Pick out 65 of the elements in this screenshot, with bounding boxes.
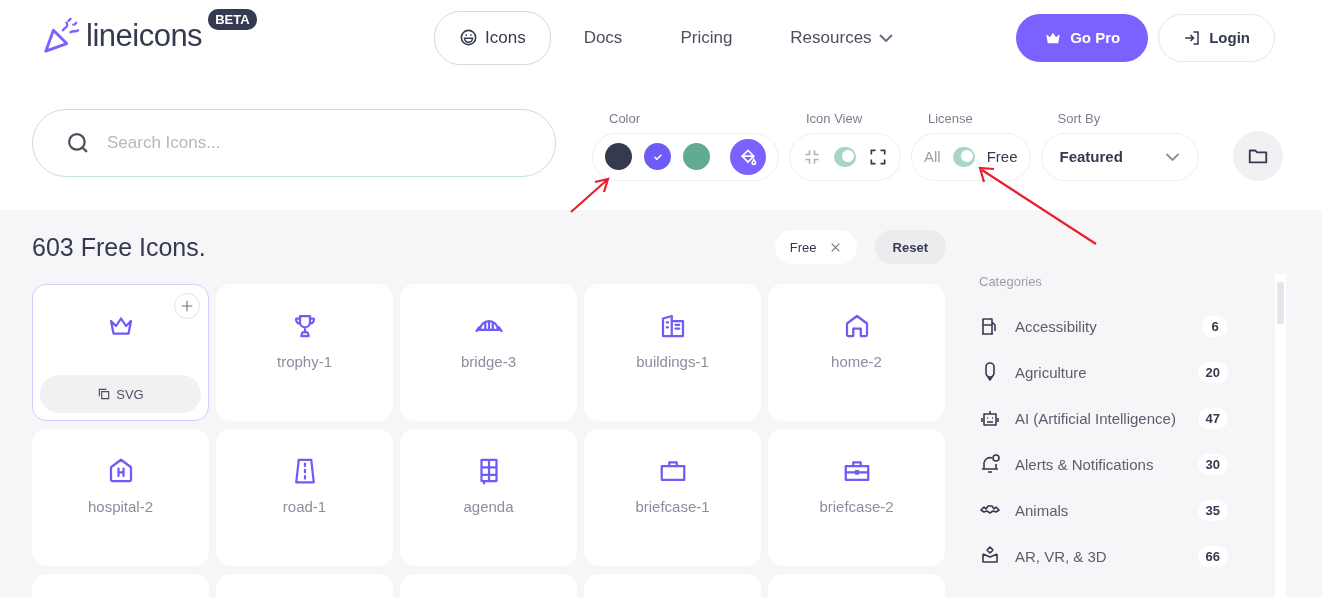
chevron-down-icon xyxy=(878,33,893,42)
icon-card[interactable]: hospital-2 xyxy=(32,429,209,566)
icon-card[interactable]: road-1 xyxy=(216,429,393,566)
toggle-switch[interactable] xyxy=(834,146,856,167)
scrollbar[interactable] xyxy=(1275,274,1286,597)
chevron-down-icon xyxy=(1164,152,1180,161)
category-count: 6 xyxy=(1202,315,1228,337)
paint-bucket-button[interactable] xyxy=(730,138,766,175)
category-link[interactable]: Accessibility xyxy=(1015,317,1189,335)
icon-name: buildings-1 xyxy=(636,353,709,370)
category-count: 47 xyxy=(1197,407,1228,429)
smiley-icon xyxy=(459,28,478,47)
nav-tab[interactable]: Icons xyxy=(434,10,551,65)
category-count: 20 xyxy=(1197,361,1228,383)
categories-heading: Categories xyxy=(978,274,1043,289)
icon-card[interactable]: SVG xyxy=(32,284,209,421)
icon-name: briefcase-1 xyxy=(635,498,710,515)
search-icon xyxy=(68,132,88,153)
category-count: 66 xyxy=(1197,545,1228,567)
icon-name: agenda xyxy=(463,498,514,515)
category-link[interactable]: AI (Artificial Intelligence) xyxy=(1015,409,1185,427)
filter-label: Sort By xyxy=(1056,110,1102,126)
plus-icon xyxy=(179,298,195,314)
brand-name[interactable]: lineicons xyxy=(86,17,203,54)
filter-label: Icon View xyxy=(805,110,864,126)
icon-name: hospital-2 xyxy=(87,498,153,515)
category-link[interactable]: Alerts & Notifications xyxy=(1015,455,1185,473)
icon-card[interactable]: briefcase-1 xyxy=(584,429,761,566)
icon-name: briefcase-2 xyxy=(819,498,894,515)
category-link[interactable]: AR, VR, & 3D xyxy=(1015,547,1185,565)
icon-name: bridge-3 xyxy=(460,353,516,370)
icon-card[interactable]: bridge-3 xyxy=(400,284,577,421)
nav-tab[interactable]: Docs xyxy=(558,10,648,65)
category-count: 30 xyxy=(1197,453,1228,475)
category-count: 35 xyxy=(1197,499,1228,521)
nav-tab[interactable]: Resources xyxy=(765,10,918,65)
search-field[interactable]: Search Icons... xyxy=(32,108,556,177)
copy-icon xyxy=(97,387,112,401)
icon-card[interactable]: trophy-1 xyxy=(216,284,393,421)
nav-tab[interactable]: Pricing xyxy=(655,10,758,65)
color-swatch[interactable] xyxy=(683,143,710,170)
icon-card[interactable]: agenda xyxy=(400,429,577,566)
reset-button[interactable]: Reset xyxy=(874,230,946,264)
party-popper-logo-icon xyxy=(42,16,80,55)
color-swatch[interactable] xyxy=(605,143,632,170)
filter-label: License xyxy=(927,110,974,126)
icon-name: trophy-1 xyxy=(277,353,332,370)
icon-card[interactable]: home-2 xyxy=(768,284,945,421)
filter-chip[interactable]: Free xyxy=(774,230,857,264)
filter-label: Color xyxy=(608,110,642,126)
go-pro-button[interactable]: Go Pro xyxy=(1016,13,1149,62)
copy-svg-button[interactable]: SVG xyxy=(40,375,201,413)
icon-card[interactable]: briefcase-2 xyxy=(768,429,945,566)
icon-card[interactable]: buildings-1 xyxy=(584,284,761,421)
login-button[interactable]: Login xyxy=(1158,13,1275,62)
icon-name: road-1 xyxy=(282,498,327,515)
icon-name: home-2 xyxy=(831,353,882,370)
login-icon xyxy=(1183,28,1202,47)
license-option[interactable]: Free xyxy=(986,148,1018,165)
results-title: 603 Free Icons. xyxy=(32,232,207,262)
toggle-switch[interactable] xyxy=(952,146,975,167)
category-link[interactable]: Agriculture xyxy=(1015,363,1185,381)
category-link[interactable]: Animals xyxy=(1015,501,1185,519)
beta-badge: BETA xyxy=(208,8,257,30)
color-swatch[interactable] xyxy=(644,143,671,170)
